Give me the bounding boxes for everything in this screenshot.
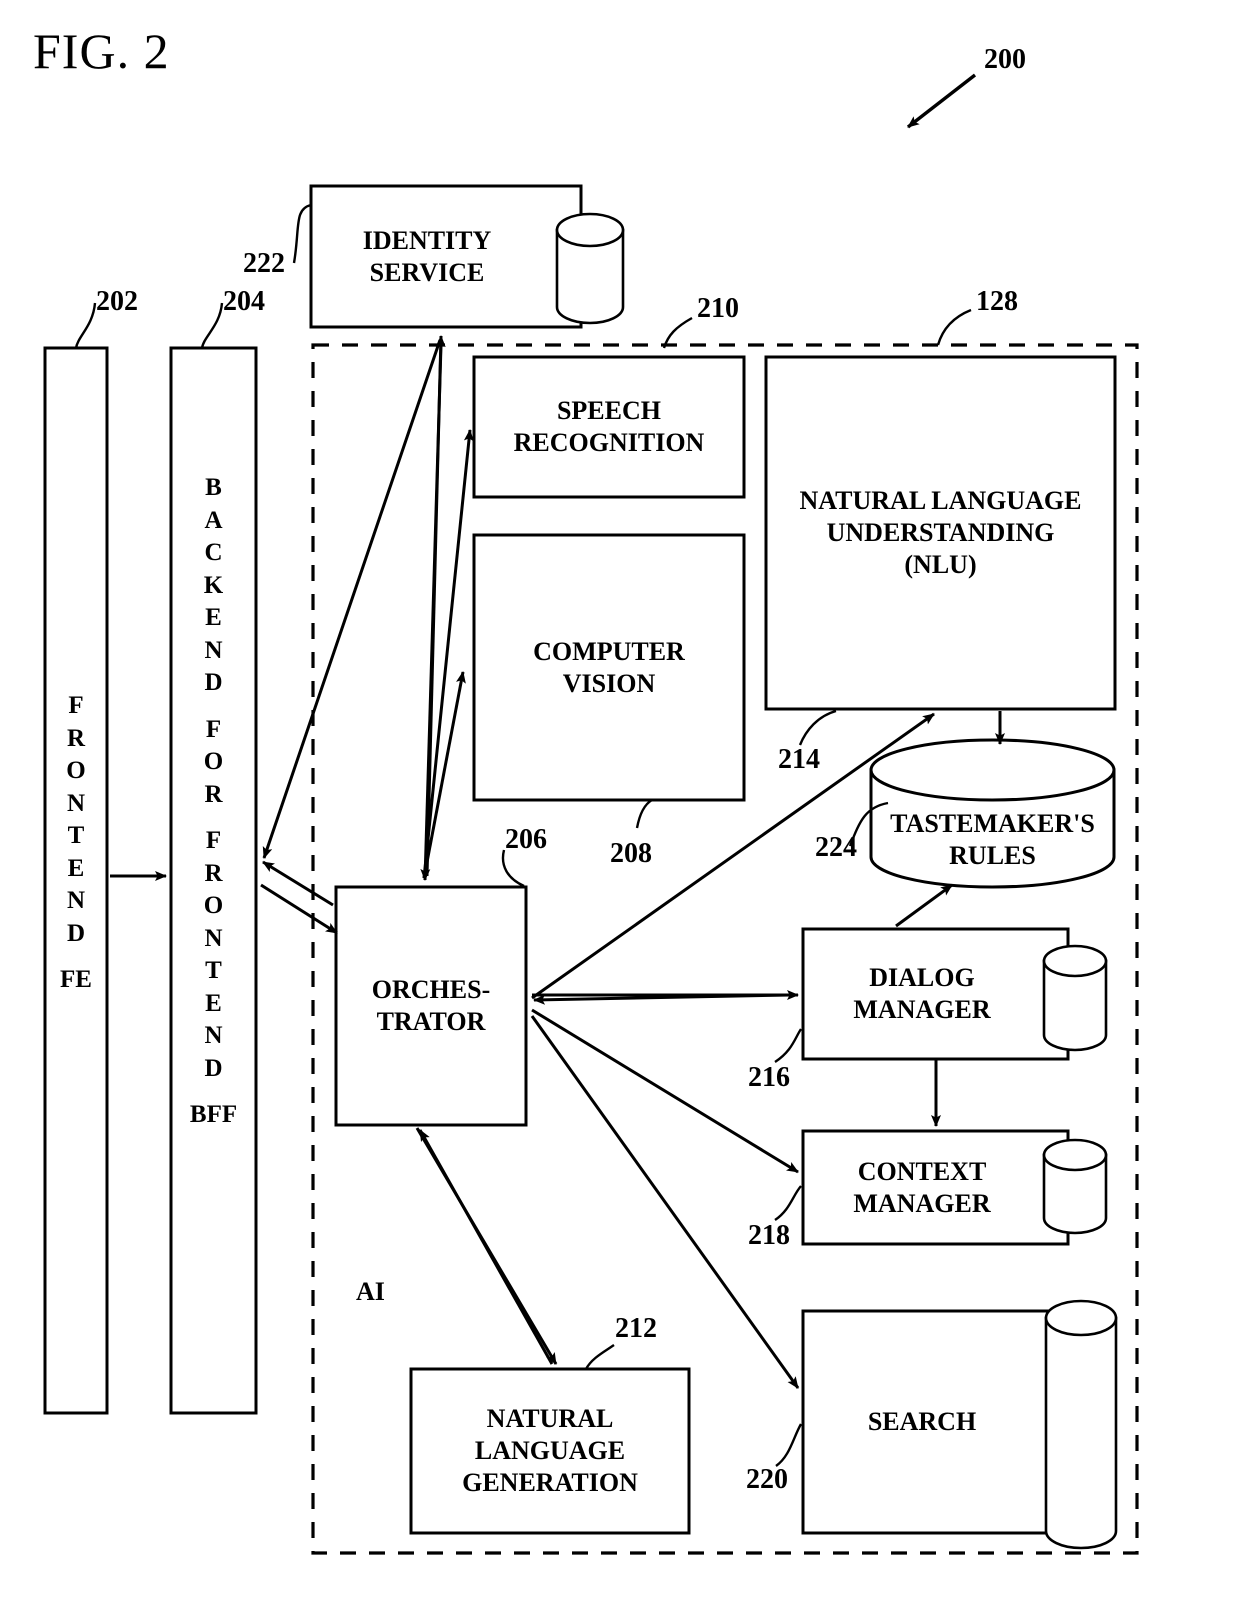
arrow-bff-to-orchestrator	[260, 883, 338, 935]
nlu-box	[764, 355, 1117, 711]
bff-label-letter-o2: O	[203, 892, 224, 919]
bff-label-letter-f2: F	[205, 827, 222, 854]
leader-208	[635, 798, 653, 829]
ref-214: 214	[778, 744, 820, 775]
ref-208: 208	[610, 838, 652, 869]
bff-label-letter-e2: E	[205, 989, 222, 1017]
nlg-box	[409, 1367, 691, 1535]
leader-128	[936, 308, 972, 346]
frontend-label-letter-f: F	[68, 692, 84, 719]
frontend-label-letter-o: O	[66, 757, 86, 784]
bff-label-letter-e: E	[205, 604, 222, 631]
leader-220	[775, 1423, 803, 1467]
bff-label-letter-d: D	[204, 669, 223, 696]
arrow-orchestrator-to-bff	[262, 860, 334, 907]
orchestrator-box	[334, 885, 528, 1127]
bff-label-letter-t2: T	[205, 957, 222, 984]
frontend-label-letter-t: T	[67, 822, 85, 849]
leader-200	[906, 73, 977, 129]
bff-label-letter-o: O	[203, 748, 224, 775]
ref-210: 210	[697, 293, 739, 324]
arrow-dialog-manager-to-tastemakers-rules	[895, 883, 953, 928]
bff-label-letter-k: K	[203, 571, 224, 599]
ref-224: 224	[815, 832, 857, 863]
figure-title: FIG. 2	[33, 23, 170, 79]
leader-222	[292, 203, 312, 264]
ref-204: 204	[223, 286, 265, 317]
ref-128: 128	[976, 286, 1018, 317]
leader-204	[200, 302, 224, 349]
context-manager-database-icon	[1042, 1138, 1108, 1235]
leader-214	[798, 709, 837, 746]
ref-218: 218	[748, 1220, 790, 1251]
frontend-abbrev-label: FE	[60, 966, 92, 993]
context-manager-box	[801, 1129, 1070, 1246]
bff-label-letter-f: F	[205, 715, 222, 743]
leader-216	[774, 1028, 803, 1064]
frontend-label-letter-n: N	[66, 789, 86, 817]
speech-recognition-box	[472, 355, 746, 499]
ai-group-label: AI	[356, 1277, 385, 1306]
search-database-icon	[1044, 1299, 1118, 1550]
patent-figure-page: FIG. 2 200 202 204 222 210 128 214 224 2…	[0, 0, 1240, 1623]
computer-vision-box	[472, 533, 746, 802]
dialog-manager-database-icon	[1042, 944, 1108, 1052]
search-box	[801, 1309, 1070, 1535]
frontend-label-letter-e: E	[67, 854, 85, 882]
bff-label-letter-a: A	[204, 506, 223, 534]
arrow-identity-service-to-bff	[262, 339, 442, 859]
bff-abbrev-label: BFF	[189, 1101, 238, 1128]
arrow-nlg-to-orchestrator	[418, 1129, 554, 1365]
bff-label-letter-r2: R	[204, 859, 223, 887]
frontend-label-letter-n2: N	[66, 887, 86, 914]
bff-label-letter-n: N	[204, 636, 223, 664]
frontend-label-letter-r: R	[66, 724, 86, 752]
ref-206: 206	[505, 824, 547, 855]
bff-label-letter-b: B	[205, 474, 222, 501]
identity-service-box	[309, 184, 583, 329]
tastemakers-rules-cylinder	[869, 738, 1116, 889]
bff-label-letter-n2: N	[204, 924, 223, 952]
leader-202	[74, 302, 97, 349]
ref-216: 216	[748, 1062, 790, 1093]
identity-service-database-icon	[555, 212, 625, 325]
leader-212	[584, 1344, 615, 1370]
bff-label-letter-c: C	[204, 539, 223, 566]
bff-label: B A C K E N D F O R F R O N T E N D BFF	[171, 472, 256, 1132]
frontend-label-letter-d: D	[66, 919, 86, 947]
bff-label-letter-n3: N	[204, 1022, 223, 1049]
ref-200: 200	[984, 44, 1026, 75]
ref-212: 212	[615, 1313, 657, 1344]
ref-202: 202	[96, 286, 138, 317]
ref-220: 220	[746, 1464, 788, 1495]
dialog-manager-box	[801, 927, 1070, 1061]
leader-218	[774, 1185, 802, 1221]
bff-label-letter-r: R	[204, 780, 223, 808]
frontend-label: F R O N T E N D FE	[45, 690, 107, 997]
bff-label-letter-d2: D	[204, 1054, 223, 1082]
ref-222: 222	[243, 248, 285, 279]
